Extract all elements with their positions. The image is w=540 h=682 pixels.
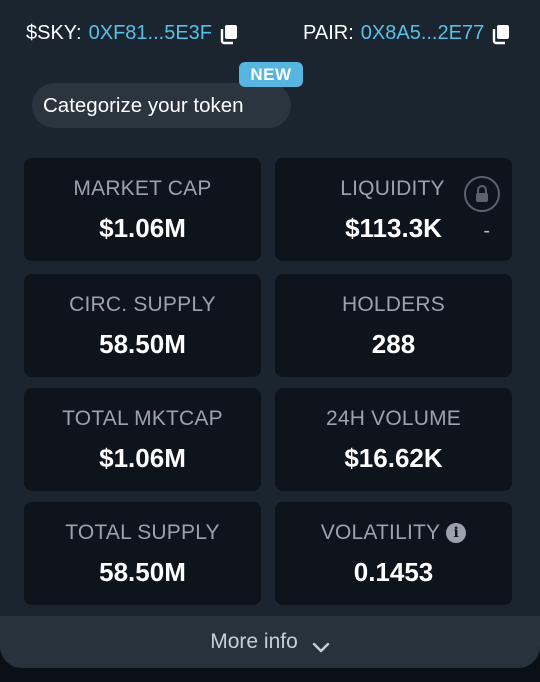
stat-card-market-cap: MARKET CAP $1.06M xyxy=(24,158,261,261)
stat-value: $1.06M xyxy=(99,443,186,473)
stat-value: $16.62K xyxy=(344,443,443,473)
more-info-label: More info xyxy=(210,630,298,653)
stat-value: $113.3K xyxy=(345,213,442,243)
stat-value: $1.06M xyxy=(99,213,186,243)
token-label: $SKY: xyxy=(26,22,82,44)
categorize-token-button[interactable]: Categorize your token xyxy=(32,83,291,128)
stat-card-total-mktcap: TOTAL MKTCAP $1.06M xyxy=(24,388,261,491)
stat-card-holders[interactable]: HOLDERS 288 xyxy=(275,274,512,377)
stat-label: 24H VOLUME xyxy=(325,407,462,430)
token-address[interactable]: 0XF81...5E3F xyxy=(89,22,212,45)
stat-card-volatility: VOLATILITY i 0.1453 xyxy=(275,502,512,605)
stat-label: TOTAL MKTCAP xyxy=(62,407,223,430)
stat-label: CIRC. SUPPLY xyxy=(69,293,216,316)
stat-card-circ-supply: CIRC. SUPPLY 58.50M xyxy=(24,274,261,377)
stat-value: 0.1453 xyxy=(353,557,434,587)
stat-card-liquidity: LIQUIDITY $113.3K - xyxy=(275,158,512,261)
stat-value: 58.50M xyxy=(99,329,186,359)
chevron-down-icon xyxy=(312,636,330,653)
stat-label: HOLDERS xyxy=(342,293,445,316)
stat-label: VOLATILITY xyxy=(320,521,441,544)
pair-label: PAIR: xyxy=(303,22,354,44)
stat-value: 58.50M xyxy=(99,557,186,587)
stat-card-24h-volume: 24H VOLUME $16.62K xyxy=(275,388,512,491)
stat-value: 288 xyxy=(371,329,416,359)
token-info-panel: $SKY: 0XF81...5E3F PAIR: 0X8A5...2E77 Ca… xyxy=(0,0,540,668)
stat-label: TOTAL SUPPLY xyxy=(65,521,220,544)
info-icon[interactable]: i xyxy=(446,523,467,543)
new-badge: NEW xyxy=(239,62,303,87)
lock-icon[interactable] xyxy=(464,176,500,212)
pair-address[interactable]: 0X8A5...2E77 xyxy=(361,22,484,45)
stat-label: MARKET CAP xyxy=(73,177,212,200)
copy-icon[interactable] xyxy=(490,23,512,45)
copy-icon[interactable] xyxy=(218,23,240,45)
token-address-row: $SKY: 0XF81...5E3F xyxy=(26,22,240,45)
pair-address-row: PAIR: 0X8A5...2E77 xyxy=(303,22,512,45)
stat-card-total-supply: TOTAL SUPPLY 58.50M xyxy=(24,502,261,605)
more-info-button[interactable]: More info xyxy=(0,616,540,668)
categorize-label: Categorize your token xyxy=(43,93,244,117)
liquidity-extra: - xyxy=(483,220,490,242)
stat-label-row: VOLATILITY i xyxy=(275,521,512,545)
